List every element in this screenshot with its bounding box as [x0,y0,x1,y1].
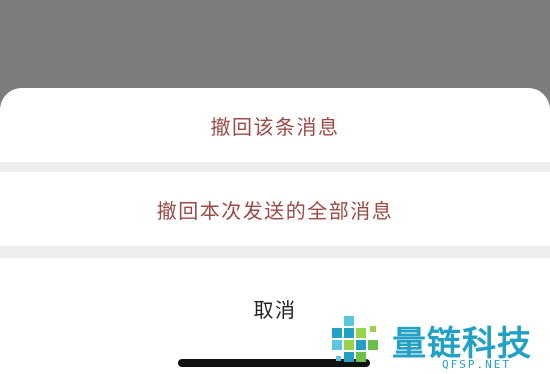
watermark-url: QFSP.NET [442,358,511,371]
watermark: 量链科技 QFSP.NET [330,314,550,374]
recall-all-sent-messages-label: 撤回本次发送的全部消息 [156,198,394,223]
recall-this-message-button[interactable]: 撤回该条消息 [0,88,550,162]
recall-all-sent-messages-button[interactable]: 撤回本次发送的全部消息 [0,172,550,246]
watermark-logo-icon [332,316,378,362]
cancel-label: 取消 [253,298,297,322]
recall-this-message-label: 撤回该条消息 [210,114,340,139]
screen: 撤回该条消息 撤回本次发送的全部消息 取消 量链科技 QFSP.NET [0,0,550,374]
